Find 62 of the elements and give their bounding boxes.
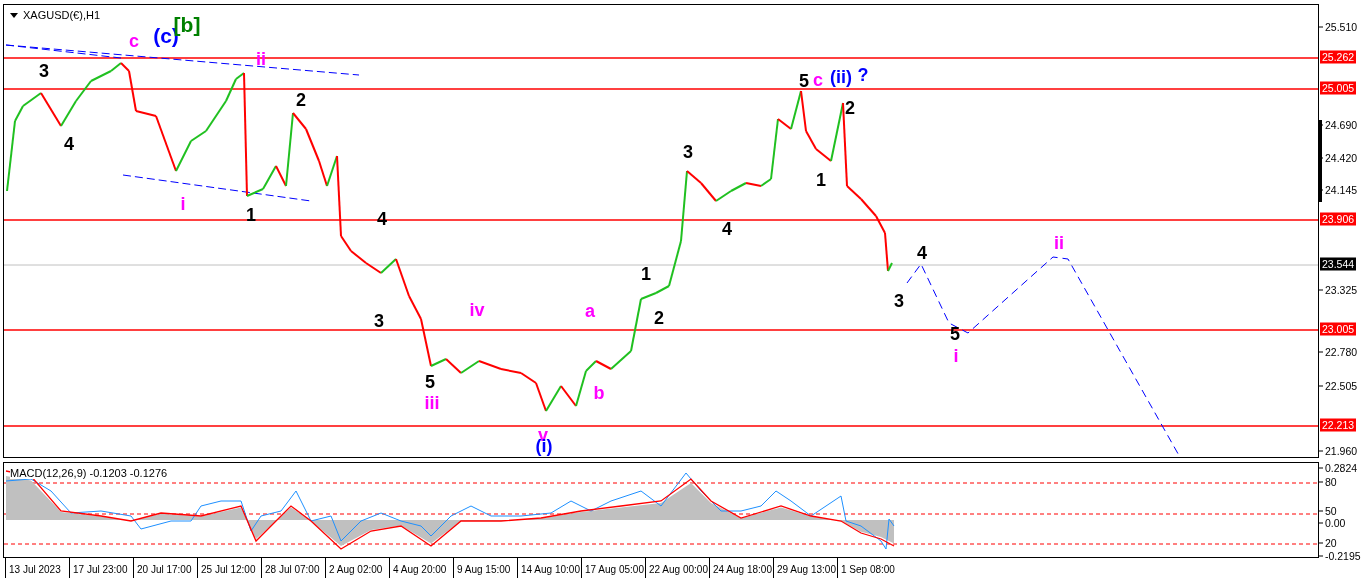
macd-axis-label: 0.00	[1319, 516, 1346, 530]
time-axis-label: 25 Jul 12:00	[197, 558, 261, 578]
time-axis-label: 29 Aug 13:00	[773, 558, 837, 578]
wave-label: 4	[64, 135, 74, 153]
caret-icon[interactable]	[10, 12, 18, 18]
wave-label: 3	[683, 143, 693, 161]
time-axis-label: 4 Aug 20:00	[389, 558, 453, 578]
time-axis-label: 22 Aug 00:00	[645, 558, 709, 578]
time-axis-label: 24 Aug 18:00	[709, 558, 773, 578]
time-axis-label: 14 Aug 10:00	[517, 558, 581, 578]
time-axis-label: 17 Aug 05:00	[581, 558, 645, 578]
wave-label: i	[180, 195, 186, 213]
macd-title: MACD(12,26,9) -0.1203 -0.1276	[10, 467, 168, 479]
macd-axis-label: -0.2195	[1319, 549, 1361, 563]
wave-label: iii	[424, 394, 440, 412]
price-level-tag: 23.906	[1320, 212, 1357, 226]
wave-label: 3	[374, 312, 384, 330]
wave-label: c	[129, 32, 139, 50]
time-axis-label: 9 Aug 15:00	[453, 558, 517, 578]
time-axis-label: 1 Sep 08:00	[837, 558, 901, 578]
macd-axis-label: 0.2824	[1319, 461, 1358, 475]
wave-label: ii	[1054, 234, 1064, 252]
time-axis-label: 2 Aug 02:00	[325, 558, 389, 578]
price-level-tag: 25.005	[1320, 81, 1357, 95]
price-tick-label: 22.780	[1319, 345, 1358, 359]
wave-label: 2	[845, 99, 855, 117]
wave-label: a	[585, 302, 595, 320]
wave-label: 5	[799, 72, 809, 90]
macd-axis-label: 50	[1319, 504, 1337, 518]
time-axis-label: 13 Jul 2023	[5, 558, 69, 578]
wave-label: 1	[641, 265, 651, 283]
price-level-tag: 23.005	[1320, 322, 1357, 336]
wave-label: 2	[296, 91, 306, 109]
wave-label: 4	[917, 244, 927, 262]
wave-label: 3	[894, 292, 904, 310]
price-tick-label: 24.420	[1319, 151, 1358, 165]
current-price-tag: 23.544	[1320, 257, 1357, 271]
wave-label: 2	[654, 309, 664, 327]
wave-label: iv	[469, 301, 485, 319]
price-tick-label: 24.690	[1319, 118, 1358, 132]
wave-label: b	[593, 384, 605, 402]
price-tick-label: 22.505	[1319, 379, 1358, 393]
wave-label: 3	[39, 62, 49, 80]
price-tick-label: 21.960	[1319, 444, 1358, 458]
price-tick-label: 25.510	[1319, 20, 1358, 34]
chart-title: XAGUSD(€),H1	[23, 9, 101, 21]
price-tick-label: 23.325	[1319, 283, 1358, 297]
price-level-tag: 22.213	[1320, 418, 1357, 432]
wave-label: 4	[722, 220, 732, 238]
macd-axis-label: 80	[1319, 475, 1337, 489]
wave-label: c	[813, 71, 823, 89]
wave-label: 5	[425, 373, 435, 391]
time-axis-label: 20 Jul 17:00	[133, 558, 197, 578]
time-axis-label: 17 Jul 23:00	[69, 558, 133, 578]
wave-label: ?	[857, 66, 869, 84]
wave-label: i	[953, 347, 959, 365]
price-level-tag: 25.262	[1320, 50, 1357, 64]
wave-label: (ii)	[830, 68, 852, 86]
wave-label: 1	[816, 171, 826, 189]
time-axis-label: 28 Jul 07:00	[261, 558, 325, 578]
macd-axis-label: 20	[1319, 536, 1337, 550]
price-tick-label: 24.145	[1319, 183, 1358, 197]
